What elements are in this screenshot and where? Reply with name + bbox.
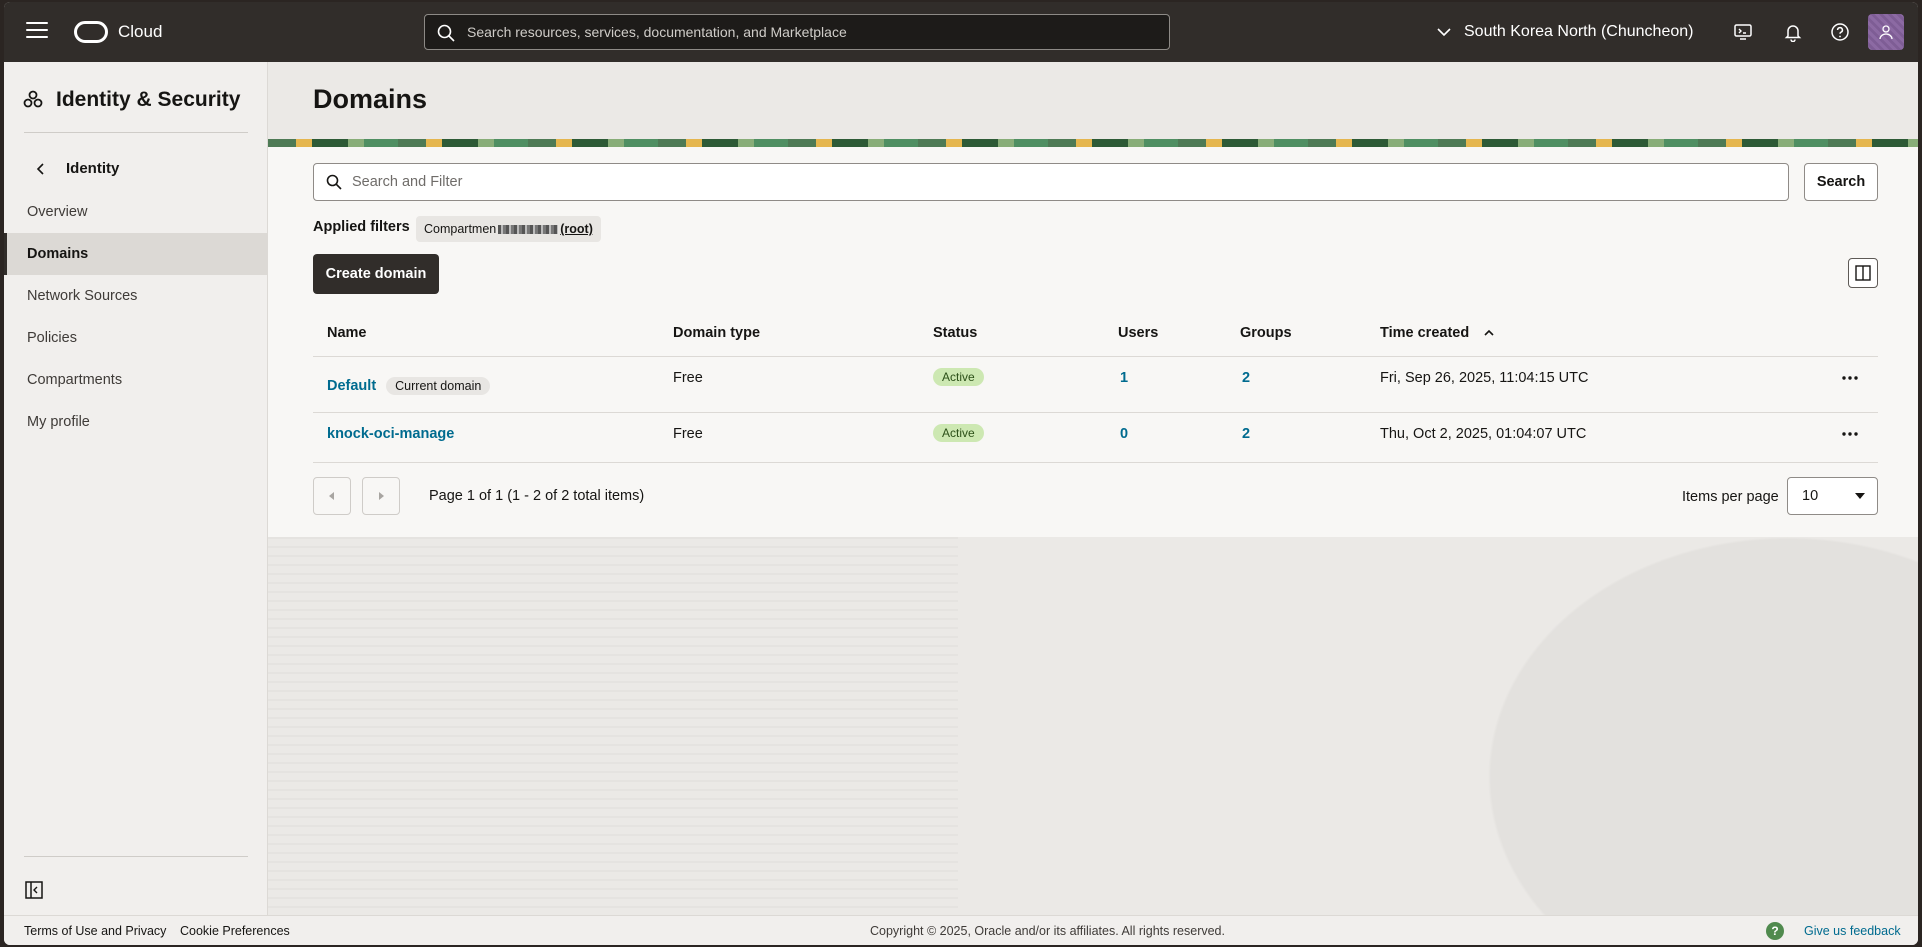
sidebar-item-policies[interactable]: Policies bbox=[4, 317, 268, 359]
sidebar-item-overview[interactable]: Overview bbox=[4, 191, 268, 233]
global-search[interactable] bbox=[424, 14, 1170, 50]
column-settings-button[interactable] bbox=[1848, 258, 1878, 288]
global-search-input[interactable] bbox=[467, 15, 1157, 49]
column-header-time-created[interactable]: Time created bbox=[1380, 325, 1495, 341]
users-count-link[interactable]: 1 bbox=[1120, 370, 1128, 386]
collapse-sidebar-icon[interactable] bbox=[24, 880, 44, 900]
chevron-left-icon bbox=[36, 162, 44, 175]
caret-down-icon bbox=[1855, 493, 1865, 499]
redacted-text bbox=[498, 224, 559, 234]
region-selector[interactable]: South Korea North (Chuncheon) bbox=[1436, 21, 1693, 43]
status-cell: Active bbox=[933, 368, 984, 386]
sidebar-title-text: Identity & Security bbox=[56, 88, 241, 111]
table-row: knock-oci-manage Free Active 0 2 Thu, Oc… bbox=[313, 413, 1878, 463]
column-header-groups[interactable]: Groups bbox=[1240, 325, 1292, 341]
more-actions-icon[interactable] bbox=[1840, 424, 1860, 444]
sidebar: Identity & Security Identity Overview Do… bbox=[4, 62, 268, 915]
bell-icon[interactable] bbox=[1783, 22, 1803, 42]
cookie-preferences-link[interactable]: Cookie Preferences bbox=[180, 924, 290, 938]
column-header-status[interactable]: Status bbox=[933, 325, 977, 341]
previous-page-button[interactable] bbox=[313, 477, 351, 515]
search-icon bbox=[326, 174, 342, 190]
top-header: Cloud South Korea North (Chuncheon) bbox=[4, 2, 1918, 62]
sidebar-item-my-profile[interactable]: My profile bbox=[4, 401, 268, 443]
domains-panel bbox=[268, 147, 1918, 537]
columns-icon bbox=[1855, 265, 1871, 281]
caret-right-icon bbox=[379, 492, 384, 500]
time-created-cell: Thu, Oct 2, 2025, 01:04:07 UTC bbox=[1380, 426, 1587, 442]
identity-security-icon bbox=[23, 90, 43, 108]
groups-count-link[interactable]: 2 bbox=[1242, 426, 1250, 442]
copyright-text: Copyright © 2025, Oracle and/or its affi… bbox=[870, 924, 1225, 938]
items-per-page-select[interactable]: 10 bbox=[1787, 477, 1878, 515]
domain-type-cell: Free bbox=[673, 370, 703, 386]
chip-prefix: Compartmen bbox=[424, 222, 497, 236]
sidebar-back-label: Identity bbox=[66, 160, 120, 177]
oracle-logo[interactable] bbox=[74, 21, 108, 43]
sidebar-divider bbox=[24, 132, 248, 133]
cloud-shell-icon[interactable] bbox=[1733, 22, 1753, 42]
page-title: Domains bbox=[313, 84, 428, 114]
time-created-cell: Fri, Sep 26, 2025, 11:04:15 UTC bbox=[1380, 370, 1589, 386]
feedback-icon: ? bbox=[1766, 922, 1784, 940]
hamburger-icon[interactable] bbox=[26, 22, 48, 40]
column-header-users[interactable]: Users bbox=[1118, 325, 1158, 341]
give-feedback-link[interactable]: Give us feedback bbox=[1804, 924, 1901, 938]
domain-link-default[interactable]: Default bbox=[327, 378, 376, 394]
column-header-name[interactable]: Name bbox=[327, 325, 367, 341]
sidebar-title: Identity & Security bbox=[22, 88, 240, 112]
footer: Terms of Use and Privacy Cookie Preferen… bbox=[4, 915, 1918, 945]
terms-link[interactable]: Terms of Use and Privacy bbox=[24, 924, 166, 938]
domain-name-cell: Default Current domain bbox=[327, 377, 491, 395]
column-header-time-created-label: Time created bbox=[1380, 325, 1470, 341]
table-row: Default Current domain Free Active 1 2 Fr… bbox=[313, 357, 1878, 407]
chevron-down-icon bbox=[1437, 28, 1451, 37]
decorative-banner bbox=[268, 139, 1918, 147]
more-actions-icon[interactable] bbox=[1840, 368, 1860, 388]
search-icon bbox=[437, 24, 455, 42]
status-badge: Active bbox=[933, 368, 984, 386]
sort-ascending-icon[interactable] bbox=[1483, 328, 1495, 338]
sidebar-item-network-sources[interactable]: Network Sources bbox=[4, 275, 268, 317]
chip-root-link[interactable]: (root) bbox=[560, 216, 593, 242]
status-badge: Active bbox=[933, 424, 984, 442]
column-header-domain-type[interactable]: Domain type bbox=[673, 325, 760, 341]
sidebar-divider bbox=[24, 856, 248, 857]
sidebar-item-compartments[interactable]: Compartments bbox=[4, 359, 268, 401]
applied-filters-label: Applied filters bbox=[313, 219, 410, 235]
help-icon[interactable] bbox=[1830, 22, 1850, 42]
compartment-filter-chip[interactable]: Compartmen (root) bbox=[416, 216, 601, 242]
search-filter-input[interactable] bbox=[352, 164, 1772, 200]
current-domain-badge: Current domain bbox=[386, 377, 491, 395]
background-decoration bbox=[268, 537, 1918, 915]
users-count-link[interactable]: 0 bbox=[1120, 426, 1128, 442]
sidebar-back-identity[interactable]: Identity bbox=[34, 160, 119, 177]
status-cell: Active bbox=[933, 424, 984, 442]
sidebar-item-domains[interactable]: Domains bbox=[4, 233, 268, 275]
main-content: Domains Search Applied filters Compartme… bbox=[268, 62, 1918, 915]
next-page-button[interactable] bbox=[362, 477, 400, 515]
search-filter-field[interactable] bbox=[313, 163, 1789, 201]
caret-left-icon bbox=[329, 492, 334, 500]
domain-type-cell: Free bbox=[673, 426, 703, 442]
create-domain-button[interactable]: Create domain bbox=[313, 254, 439, 294]
groups-count-link[interactable]: 2 bbox=[1242, 370, 1250, 386]
user-icon bbox=[1879, 25, 1893, 40]
app-window: Cloud South Korea North (Chuncheon) Iden… bbox=[4, 2, 1918, 945]
profile-avatar[interactable] bbox=[1868, 14, 1904, 50]
items-per-page-label: Items per page bbox=[1682, 489, 1779, 505]
region-label: South Korea North (Chuncheon) bbox=[1464, 23, 1694, 40]
domain-name-cell: knock-oci-manage bbox=[327, 426, 454, 442]
pagination-summary: Page 1 of 1 (1 - 2 of 2 total items) bbox=[429, 488, 645, 504]
items-per-page-value: 10 bbox=[1802, 488, 1819, 504]
domain-link-knock-oci-manage[interactable]: knock-oci-manage bbox=[327, 426, 454, 442]
table-divider bbox=[313, 462, 1878, 463]
search-button[interactable]: Search bbox=[1804, 163, 1878, 201]
brand-label[interactable]: Cloud bbox=[118, 22, 162, 42]
